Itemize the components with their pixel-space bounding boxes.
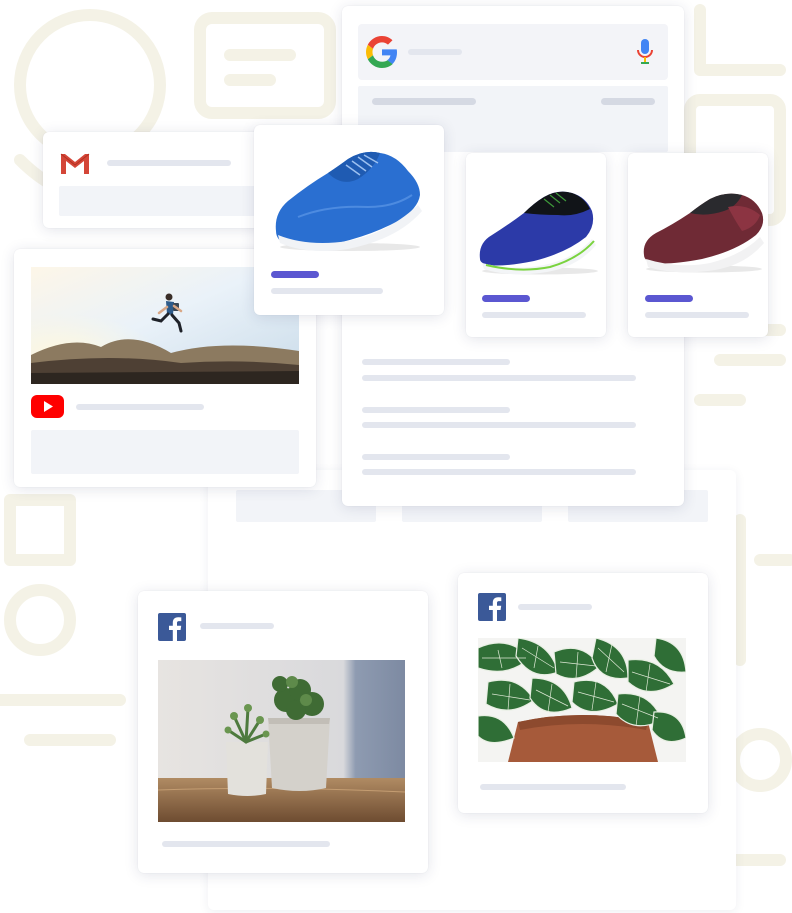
facebook-logo-icon <box>158 613 186 641</box>
search-query-placeholder <box>408 49 462 55</box>
product-card-dark-blue-sneaker[interactable] <box>466 153 606 337</box>
product-price-bar <box>271 271 319 278</box>
email-subject-placeholder <box>107 160 231 166</box>
post-author-placeholder <box>518 604 592 610</box>
facebook-post-card-succulents <box>138 591 428 873</box>
gmail-logo-icon <box>60 153 90 174</box>
result-text-placeholder <box>362 422 636 428</box>
results-count-placeholder <box>372 98 476 105</box>
facebook-logo-icon <box>478 593 506 621</box>
product-name-placeholder <box>482 312 586 318</box>
email-preview-block <box>59 186 259 216</box>
gmail-card <box>43 132 265 228</box>
photo-fittonia-plant <box>478 638 686 762</box>
product-card-maroon-sneaker[interactable] <box>628 153 768 337</box>
product-name-placeholder <box>645 312 749 318</box>
post-caption-placeholder <box>162 841 330 847</box>
result-title-placeholder <box>362 359 510 365</box>
post-caption-placeholder <box>480 784 626 790</box>
product-name-placeholder <box>271 288 383 294</box>
product-price-bar <box>482 295 530 302</box>
product-price-bar <box>645 295 693 302</box>
facebook-post-card-fittonia <box>458 573 708 813</box>
video-description-block <box>31 430 299 474</box>
photo-dark-blue-sneaker <box>474 167 600 277</box>
result-text-placeholder <box>362 375 636 381</box>
post-author-placeholder <box>200 623 274 629</box>
search-bar[interactable] <box>358 24 668 80</box>
photo-maroon-sneaker <box>638 167 768 277</box>
result-title-placeholder <box>362 454 510 460</box>
youtube-logo-icon <box>31 395 64 418</box>
microphone-icon[interactable] <box>636 39 654 65</box>
photo-blue-sneaker <box>268 135 430 255</box>
video-title-placeholder <box>76 404 204 410</box>
product-card-blue-sneaker[interactable] <box>254 125 444 315</box>
google-logo-icon <box>366 36 397 68</box>
results-tools-placeholder <box>601 98 655 105</box>
result-text-placeholder <box>362 469 636 475</box>
photo-succulent-pots <box>158 660 405 822</box>
result-title-placeholder <box>362 407 510 413</box>
